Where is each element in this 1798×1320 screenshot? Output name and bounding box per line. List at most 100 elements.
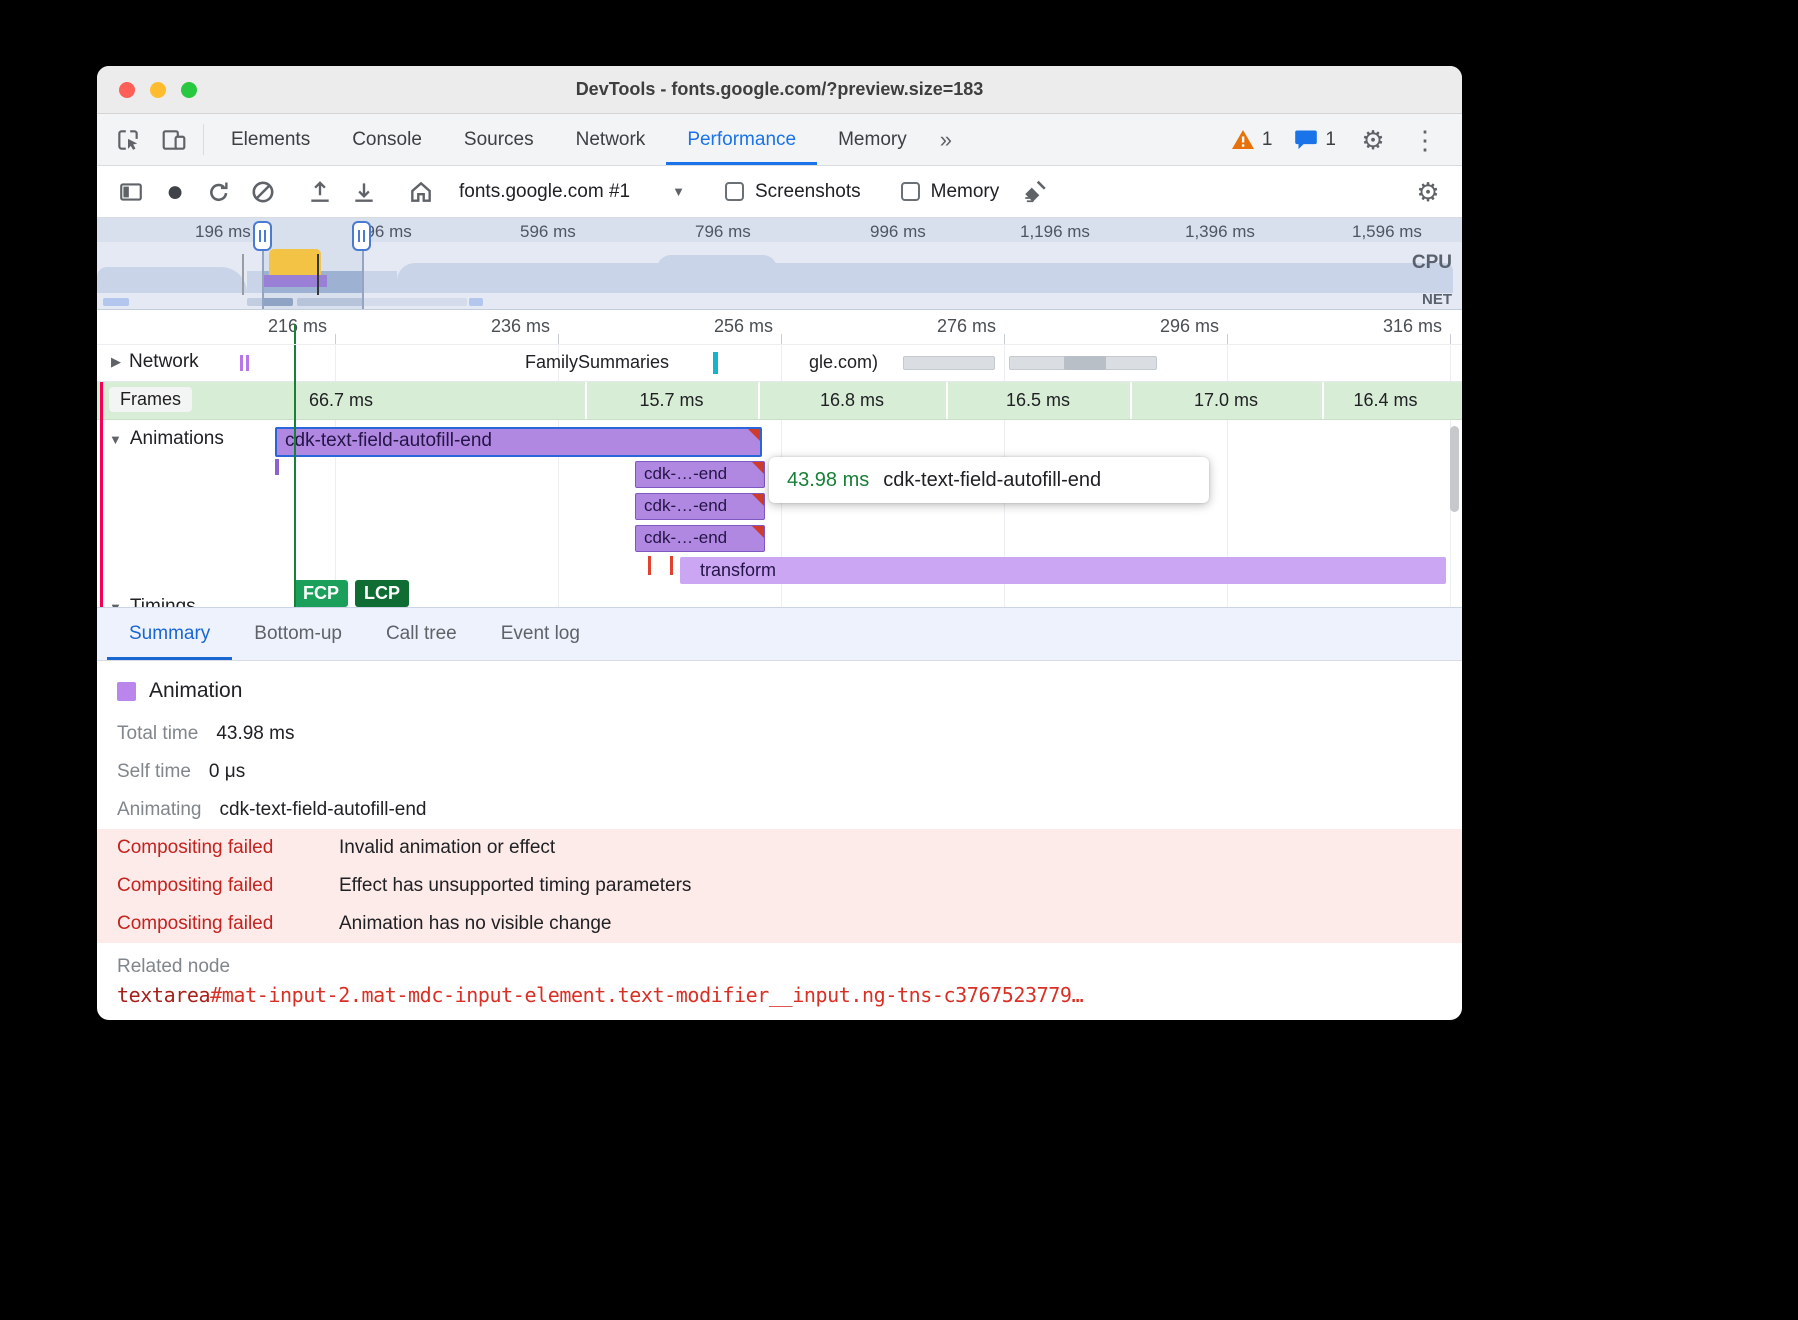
fullscreen-button[interactable] (181, 82, 197, 98)
settings-gear-icon[interactable]: ⚙ (1350, 127, 1396, 153)
compositing-warning-row: Compositing failed Effect has unsupporte… (97, 867, 1462, 905)
dropdown-arrow-icon: ▼ (672, 184, 685, 199)
network-request-label[interactable]: FamilySummaries (525, 352, 669, 373)
animation-event[interactable]: cdk-…-end (635, 525, 765, 552)
lcp-badge[interactable]: LCP (355, 580, 409, 607)
frame-duration[interactable]: 15.7 ms (585, 390, 758, 411)
frame-duration[interactable]: 16.4 ms (1322, 390, 1449, 411)
cpu-axis-label: CPU (1412, 252, 1452, 274)
tab-bottom-up[interactable]: Bottom-up (232, 608, 364, 660)
event-type-title: Animation (149, 679, 242, 703)
devtools-window: DevTools - fonts.google.com/?preview.siz… (97, 66, 1462, 1020)
timeline-overview[interactable]: 196 ms 396 ms 596 ms 796 ms 996 ms 1,196… (97, 218, 1462, 310)
overview-dim-left (97, 242, 263, 309)
selection-right-line (362, 248, 364, 309)
reload-and-record-icon[interactable] (197, 171, 241, 213)
load-profile-icon[interactable] (298, 171, 342, 213)
selection-right-handle[interactable] (352, 221, 371, 251)
animation-transform-event[interactable]: transform (680, 557, 1446, 584)
window-title: DevTools - fonts.google.com/?preview.siz… (576, 79, 984, 100)
tab-network[interactable]: Network (555, 114, 667, 165)
issues-indicator[interactable]: 1 (1286, 129, 1344, 151)
device-toolbar-icon[interactable] (151, 114, 197, 165)
network-request-bar[interactable] (713, 352, 718, 374)
event-tooltip: 43.98 ms cdk-text-field-autofill-end (769, 457, 1209, 503)
summary-panel: Animation Total time 43.98 ms Self time … (97, 661, 1462, 1007)
summary-row-value: cdk-text-field-autofill-end (220, 799, 427, 821)
minimize-button[interactable] (150, 82, 166, 98)
animations-track: ▼ Animations cdk-text-field-autofill-end… (97, 420, 1462, 607)
warning-text: Animation has no visible change (339, 913, 612, 935)
collapse-triangle-icon: ▼ (109, 432, 122, 447)
vertical-scrollbar-thumb[interactable] (1450, 426, 1459, 512)
frame-duration[interactable]: 17.0 ms (1130, 390, 1322, 411)
expand-triangle-icon: ▶ (111, 354, 121, 370)
record-button[interactable]: ● (153, 171, 197, 213)
network-request-label[interactable]: gle.com) (809, 352, 878, 373)
capture-settings-gear-icon[interactable]: ⚙ (1406, 171, 1450, 213)
overview-time-label: 1,196 ms (1020, 222, 1090, 242)
tab-event-log[interactable]: Event log (479, 608, 602, 660)
warning-triangle-icon (1231, 129, 1255, 150)
screenshots-checkbox[interactable] (725, 182, 744, 201)
issues-count: 1 (1325, 129, 1336, 151)
ruler-tick-label: 236 ms (438, 316, 550, 337)
titlebar: DevTools - fonts.google.com/?preview.siz… (97, 66, 1462, 114)
overview-dim-right (363, 242, 1462, 309)
kebab-menu-icon[interactable]: ⋮ (1402, 127, 1448, 153)
summary-row-value: 43.98 ms (216, 723, 294, 745)
timings-track-label: Timings (130, 596, 196, 607)
network-track-label: Network (129, 351, 199, 373)
tab-summary[interactable]: Summary (107, 608, 232, 660)
more-tabs-chevron-icon[interactable]: » (928, 114, 964, 165)
home-icon[interactable] (399, 171, 443, 213)
animation-event[interactable]: cdk-…-end (635, 461, 765, 488)
traffic-lights (119, 82, 197, 98)
selection-left-handle[interactable] (253, 221, 272, 251)
fcp-marker-line (294, 324, 296, 344)
memory-checkbox-group: Memory (901, 181, 1000, 203)
tab-sources[interactable]: Sources (443, 114, 555, 165)
clear-recording-icon[interactable] (241, 171, 285, 213)
close-button[interactable] (119, 82, 135, 98)
network-track-toggle[interactable]: ▶ Network (111, 351, 199, 373)
network-request-mark (246, 355, 249, 371)
details-tabbar: Summary Bottom-up Call tree Event log (97, 607, 1462, 661)
collect-garbage-icon[interactable] (1013, 171, 1057, 213)
network-track: ▶ Network FamilySummaries gle.com) (97, 345, 1462, 382)
overview-time-label: 1,596 ms (1352, 222, 1422, 242)
animations-track-toggle[interactable]: ▼ Animations (109, 428, 224, 450)
trace-marker-line (317, 254, 319, 295)
warning-text: Effect has unsupported timing parameters (339, 875, 691, 897)
frame-duration[interactable]: 16.8 ms (758, 390, 946, 411)
tab-memory[interactable]: Memory (817, 114, 928, 165)
performance-toolbar: ● fonts.google.com #1 ▼ Screenshots Memo… (97, 166, 1462, 218)
warning-label: Compositing failed (117, 875, 339, 897)
tab-elements[interactable]: Elements (210, 114, 331, 165)
warning-count: 1 (1262, 129, 1273, 151)
tab-performance[interactable]: Performance (666, 114, 817, 165)
animation-event-selected[interactable]: cdk-text-field-autofill-end (275, 427, 762, 457)
selection-left-line (262, 248, 264, 309)
frame-duration[interactable]: 16.5 ms (946, 390, 1130, 411)
warnings-indicator[interactable]: 1 (1223, 129, 1281, 151)
network-request-bar[interactable] (903, 356, 995, 370)
fcp-badge[interactable]: FCP (294, 580, 348, 607)
tab-call-tree[interactable]: Call tree (364, 608, 479, 660)
related-node-link[interactable]: textarea#mat-input-2.mat-mdc-input-eleme… (117, 983, 1462, 1007)
toggle-sidebar-icon[interactable] (109, 171, 153, 213)
timings-track-toggle[interactable]: ▼ Timings (109, 596, 196, 607)
related-node-label: Related node (117, 951, 1462, 983)
divider (203, 124, 204, 155)
animation-event[interactable]: cdk-…-end (635, 493, 765, 520)
save-profile-icon[interactable] (342, 171, 386, 213)
profile-select[interactable]: fonts.google.com #1 ▼ (459, 181, 685, 203)
memory-checkbox[interactable] (901, 182, 920, 201)
ruler-tick-label: 216 ms (215, 316, 327, 337)
animations-track-label: Animations (130, 428, 224, 450)
tab-console[interactable]: Console (331, 114, 443, 165)
node-tag: textarea (117, 983, 210, 1007)
summary-row-label: Self time (117, 761, 191, 783)
profile-select-value: fonts.google.com #1 (459, 181, 630, 203)
inspect-element-icon[interactable] (105, 114, 151, 165)
